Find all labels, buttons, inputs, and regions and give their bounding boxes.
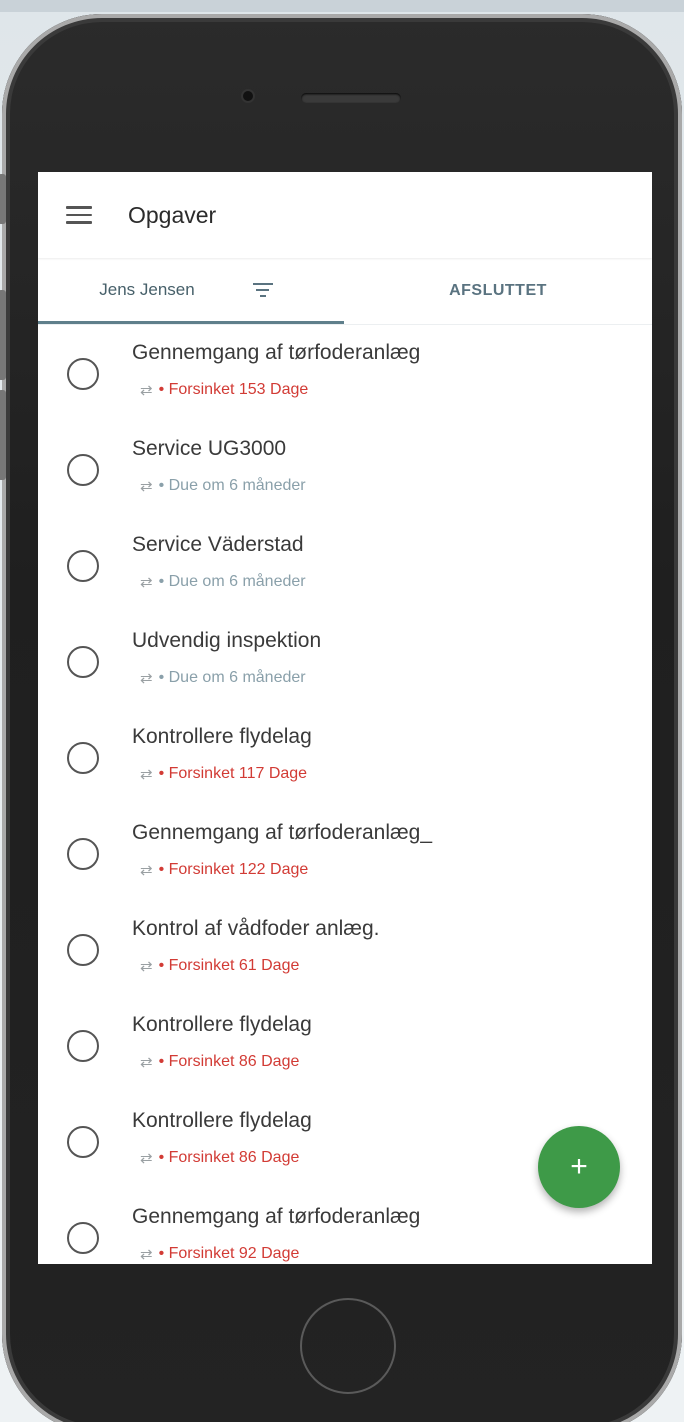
task-title: Udvendig inspektion <box>132 629 322 652</box>
add-task-button[interactable]: + <box>538 1126 620 1208</box>
repeat-icon: ⇄ <box>140 382 153 399</box>
task-status: ⇄ • Due om 6 måneder <box>140 573 306 591</box>
repeat-icon: ⇄ <box>140 1246 153 1263</box>
task-status: ⇄ • Due om 6 måneder <box>140 477 306 495</box>
repeat-icon: ⇄ <box>140 670 153 687</box>
repeat-icon: ⇄ <box>140 862 153 879</box>
list-item[interactable]: Udvendig inspektion ⇄ • Due om 6 måneder <box>38 613 652 709</box>
phone-side-button-volume-up <box>0 290 6 380</box>
phone-side-button-mute <box>0 174 6 224</box>
task-title: Gennemgang af tørfoderanlæg <box>132 341 421 364</box>
task-status-text: • Forsinket 86 Dage <box>158 1149 300 1166</box>
complete-checkbox[interactable] <box>67 1126 99 1158</box>
task-status-text: • Forsinket 86 Dage <box>158 1053 300 1070</box>
task-status-text: • Forsinket 122 Dage <box>158 861 309 878</box>
browser-strip <box>0 0 684 12</box>
tab-label: Jens Jensen <box>99 279 195 299</box>
complete-checkbox[interactable] <box>67 454 99 486</box>
task-status: ⇄ • Forsinket 153 Dage <box>140 381 308 399</box>
list-item[interactable]: Service Väderstad ⇄ • Due om 6 måneder <box>38 517 652 613</box>
task-title: Service UG3000 <box>132 437 287 460</box>
repeat-icon: ⇄ <box>140 478 153 495</box>
tab-bar: Jens Jensen AFSLUTTET <box>38 258 652 325</box>
front-camera <box>243 91 253 101</box>
complete-checkbox[interactable] <box>67 742 99 774</box>
complete-checkbox[interactable] <box>67 550 99 582</box>
task-status: ⇄ • Due om 6 måneder <box>140 669 306 687</box>
task-status-text: • Forsinket 117 Dage <box>158 765 308 782</box>
complete-checkbox[interactable] <box>67 934 99 966</box>
list-item[interactable]: Kontrollere flydelag ⇄ • Forsinket 117 Dag… <box>38 709 652 805</box>
task-status: ⇄ • Forsinket 122 Dage <box>140 861 308 879</box>
app-screen: Opgaver Jens Jensen AFSLUTTET Gennemgang… <box>38 172 652 1264</box>
filter-icon[interactable] <box>252 282 273 297</box>
complete-checkbox[interactable] <box>67 1030 99 1062</box>
task-status-text: • Forsinket 92 Dage <box>158 1245 300 1262</box>
complete-checkbox[interactable] <box>67 646 99 678</box>
task-title: Kontrol af vådfoder anlæg. <box>132 917 380 940</box>
earpiece-speaker <box>301 93 401 103</box>
task-status-text: • Due om 6 måneder <box>158 477 306 494</box>
task-title: Kontrollere flydelag <box>132 725 312 748</box>
stage: Opgaver Jens Jensen AFSLUTTET Gennemgang… <box>0 0 684 1422</box>
complete-checkbox[interactable] <box>67 358 99 390</box>
complete-checkbox[interactable] <box>67 1222 99 1254</box>
task-status: ⇄ • Forsinket 86 Dage <box>140 1053 299 1071</box>
repeat-icon: ⇄ <box>140 1150 153 1167</box>
task-status: ⇄ • Forsinket 117 Dage <box>140 765 307 783</box>
task-title: Gennemgang af tørfoderanlæg <box>132 1205 421 1228</box>
list-item[interactable]: Kontrol af vådfoder anlæg. ⇄ • Forsinket 6… <box>38 901 652 997</box>
task-status-text: • Due om 6 måneder <box>158 573 306 590</box>
list-item[interactable]: Service UG3000 ⇄ • Due om 6 måneder <box>38 421 652 517</box>
task-status-text: • Forsinket 61 Dage <box>158 957 300 974</box>
task-status: ⇄ • Forsinket 92 Dage <box>140 1245 299 1263</box>
repeat-icon: ⇄ <box>140 958 153 975</box>
page-title: Opgaver <box>128 201 217 228</box>
home-button[interactable] <box>300 1298 396 1394</box>
repeat-icon: ⇄ <box>140 574 153 591</box>
phone-frame: Opgaver Jens Jensen AFSLUTTET Gennemgang… <box>0 14 682 1422</box>
list-item[interactable]: Gennemgang af tørfoderanlæg ⇄ • Forsinket … <box>38 325 652 421</box>
task-status: ⇄ • Forsinket 86 Dage <box>140 1149 299 1167</box>
task-title: Kontrollere flydelag <box>132 1109 312 1132</box>
tab-afsluttet[interactable]: AFSLUTTET <box>344 258 652 324</box>
task-status-text: • Due om 6 måneder <box>158 669 306 686</box>
task-title: Kontrollere flydelag <box>132 1013 312 1036</box>
phone-side-button-volume-down <box>0 390 6 480</box>
list-item[interactable]: Gennemgang af tørfoderanlæg_ ⇄ • Forsinket… <box>38 805 652 901</box>
tab-label: AFSLUTTET <box>449 282 547 299</box>
app-bar: Opgaver <box>38 172 652 258</box>
task-status: ⇄ • Forsinket 61 Dage <box>140 957 299 975</box>
complete-checkbox[interactable] <box>67 838 99 870</box>
task-title: Service Väderstad <box>132 533 304 556</box>
tab-jens-jensen[interactable]: Jens Jensen <box>38 258 344 324</box>
task-list: Gennemgang af tørfoderanlæg ⇄ • Forsinket … <box>38 325 652 1264</box>
repeat-icon: ⇄ <box>140 1054 153 1071</box>
menu-icon[interactable] <box>66 206 92 224</box>
list-item[interactable]: Kontrollere flydelag ⇄ • Forsinket 86 Dage <box>38 997 652 1093</box>
task-status-text: • Forsinket 153 Dage <box>158 381 309 398</box>
task-title: Gennemgang af tørfoderanlæg_ <box>132 821 433 844</box>
repeat-icon: ⇄ <box>140 766 153 783</box>
